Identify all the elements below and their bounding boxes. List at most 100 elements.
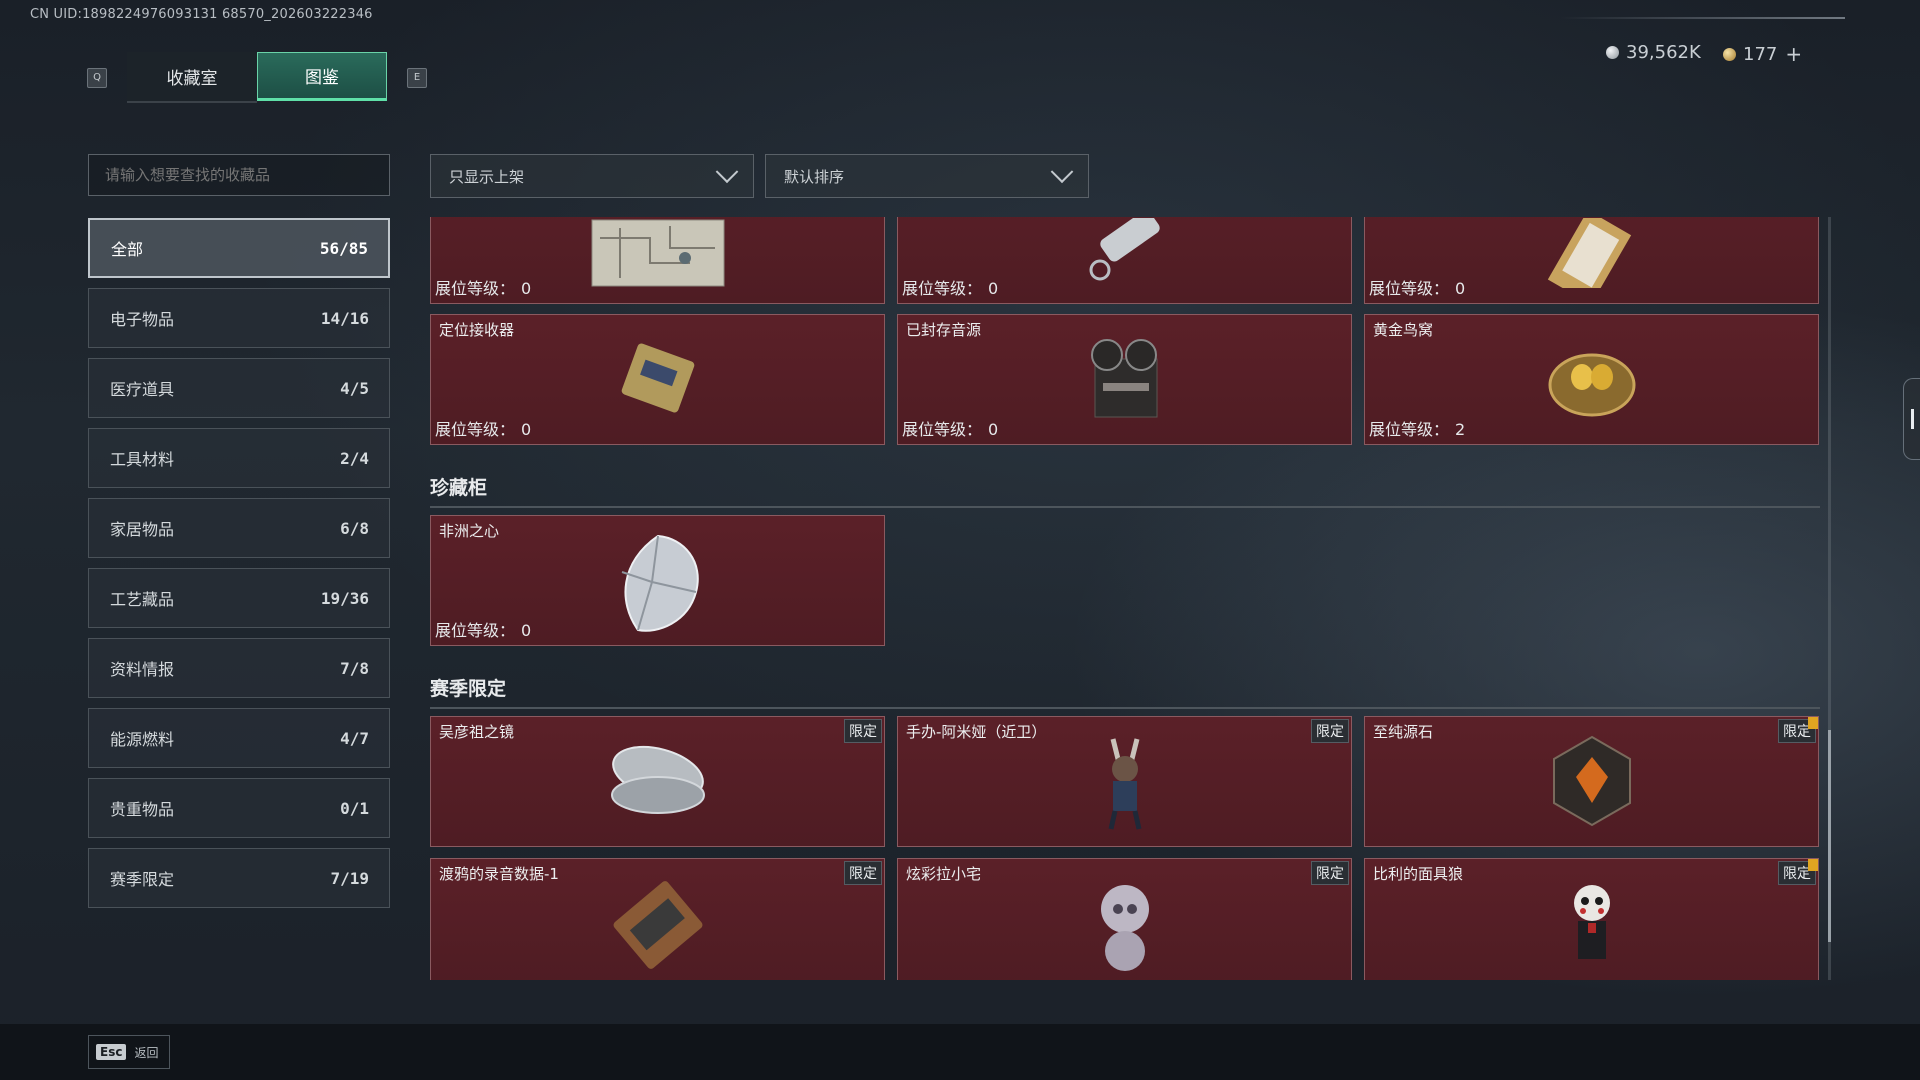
item-card[interactable]: 定位接收器 展位等级： 0 (430, 314, 885, 445)
category-household[interactable]: 家居物品 6/8 (88, 498, 390, 558)
category-electronics[interactable]: 电子物品 14/16 (88, 288, 390, 348)
tab-collection-room[interactable]: 收藏室 (127, 52, 257, 103)
golden-nest-icon (1548, 353, 1635, 417)
category-crafts[interactable]: 工艺藏品 19/36 (88, 568, 390, 628)
limited-badge: 限定 (844, 719, 882, 743)
category-count: 14/16 (320, 308, 369, 328)
category-season-limited[interactable]: 赛季限定 7/19 (88, 848, 390, 908)
category-count: 7/8 (340, 658, 369, 678)
category-medical[interactable]: 医疗道具 4/5 (88, 358, 390, 418)
limited-badge: 限定 (1311, 861, 1349, 885)
category-count: 4/7 (340, 728, 369, 748)
locator-receiver-icon (621, 343, 694, 413)
item-card[interactable]: 比利的面具狼 限定 (1364, 858, 1819, 980)
item-grid: 展位等级： 0 展位等级： 0 展位等级： 0 定位接收器 展位等级： 0 已封存音源 (430, 217, 1820, 980)
item-card[interactable]: 展位等级： 0 (430, 217, 885, 304)
category-count: 6/8 (340, 518, 369, 538)
category-count: 56/85 (319, 238, 368, 258)
item-name: 至纯源石 (1373, 723, 1434, 741)
key-hint-e: E (407, 68, 427, 88)
item-card[interactable]: 非洲之心 展位等级： 0 (430, 515, 885, 646)
item-card[interactable]: 渡鸦的录音数据-1 限定 (430, 858, 885, 980)
category-label: 全部 (111, 240, 144, 259)
item-name: 吴彦祖之镜 (439, 723, 515, 741)
item-name: 比利的面具狼 (1373, 865, 1464, 883)
silver-currency: 39,562K (1606, 42, 1701, 63)
chevron-down-icon (1050, 160, 1074, 184)
display-level: 展位等级： 0 (435, 279, 532, 298)
category-label: 贵重物品 (110, 800, 175, 819)
section-season-title: 赛季限定 (430, 674, 1820, 709)
chevron-down-icon (715, 160, 739, 184)
gold-currency: 177 + (1723, 42, 1802, 66)
category-count: 19/36 (320, 588, 369, 608)
search-input[interactable] (88, 154, 390, 196)
item-name: 渡鸦的录音数据-1 (439, 865, 559, 883)
back-button[interactable]: Esc 返回 (88, 1035, 170, 1069)
limited-badge: 限定 (1311, 719, 1349, 743)
display-level: 展位等级： 0 (902, 279, 999, 298)
card-item-icon (1547, 218, 1631, 288)
display-level: 展位等级： 0 (435, 420, 532, 439)
item-card[interactable]: 手办-阿米娅（近卫） 限定 (897, 716, 1352, 847)
flashlight-item-icon (1089, 218, 1160, 281)
category-label: 家居物品 (110, 520, 175, 539)
tab-codex[interactable]: 图鉴 (257, 52, 387, 101)
display-level: 展位等级： 2 (1369, 420, 1466, 439)
item-name: 黄金鸟窝 (1373, 321, 1434, 339)
category-count: 2/4 (340, 448, 369, 468)
category-label: 电子物品 (110, 310, 175, 329)
display-level: 展位等级： 0 (1369, 279, 1466, 298)
gold-amount: 177 (1743, 43, 1778, 65)
tape-recorder-icon (1090, 339, 1157, 418)
item-name: 非洲之心 (439, 522, 500, 540)
category-count: 0/1 (340, 798, 369, 818)
figure-hooded-doll-icon (1100, 885, 1149, 971)
category-label: 工具材料 (110, 450, 175, 469)
display-filter-dropdown[interactable]: 只显示上架 (430, 154, 754, 198)
section-cabinet-title: 珍藏柜 (430, 473, 1820, 508)
key-hint-q: Q (87, 68, 107, 88)
sort-dropdown[interactable]: 默认排序 (765, 154, 1089, 198)
display-level: 展位等级： 0 (902, 420, 999, 439)
gold-coin-icon (1723, 47, 1736, 61)
category-tools[interactable]: 工具材料 2/4 (88, 428, 390, 488)
display-filter-value: 只显示上架 (449, 167, 525, 186)
display-level: 展位等级： 0 (435, 621, 532, 640)
category-count: 4/5 (340, 378, 369, 398)
category-all[interactable]: 全部 56/85 (88, 218, 390, 278)
tab-bar: 收藏室 图鉴 (127, 52, 387, 103)
category-label: 能源燃料 (110, 730, 175, 749)
top-decor-line (1560, 17, 1845, 19)
item-card[interactable]: 炫彩拉小宅 限定 (897, 858, 1352, 980)
diamond-icon (621, 534, 699, 632)
item-card[interactable]: 吴彦祖之镜 限定 (430, 716, 885, 847)
billy-puppet-icon (1573, 885, 1610, 959)
item-card[interactable]: 展位等级： 0 (897, 217, 1352, 304)
category-valuables[interactable]: 贵重物品 0/1 (88, 778, 390, 838)
esc-key-hint: Esc (96, 1044, 127, 1060)
category-label: 工艺藏品 (110, 590, 175, 609)
sort-value: 默认排序 (784, 167, 845, 186)
category-intel[interactable]: 资料情报 7/8 (88, 638, 390, 698)
back-label: 返回 (134, 1045, 159, 1060)
add-currency-button[interactable]: + (1785, 42, 1802, 66)
item-card[interactable]: 展位等级： 0 (1364, 217, 1819, 304)
item-name: 已封存音源 (906, 321, 982, 339)
item-card[interactable]: 黄金鸟窝 展位等级： 2 (1364, 314, 1819, 445)
item-name: 炫彩拉小宅 (906, 865, 982, 883)
item-card[interactable]: 至纯源石 限定 (1364, 716, 1819, 847)
map-item-icon (591, 219, 724, 287)
scrollbar-thumb[interactable] (1828, 730, 1831, 942)
warning-icon (1808, 717, 1818, 729)
category-energy[interactable]: 能源燃料 4/7 (88, 708, 390, 768)
footer-bar (0, 1024, 1920, 1080)
item-card[interactable]: 已封存音源 展位等级： 0 (897, 314, 1352, 445)
cassette-tape-icon (613, 881, 702, 969)
category-label: 赛季限定 (110, 870, 175, 889)
side-panel-handle[interactable] (1903, 378, 1920, 460)
figure-amiya-icon (1108, 738, 1141, 830)
uid-text: CN UID:1898224976093131 68570_2026032223… (30, 7, 373, 22)
originium-icon (1552, 735, 1631, 827)
silver-amount: 39,562K (1626, 42, 1701, 63)
